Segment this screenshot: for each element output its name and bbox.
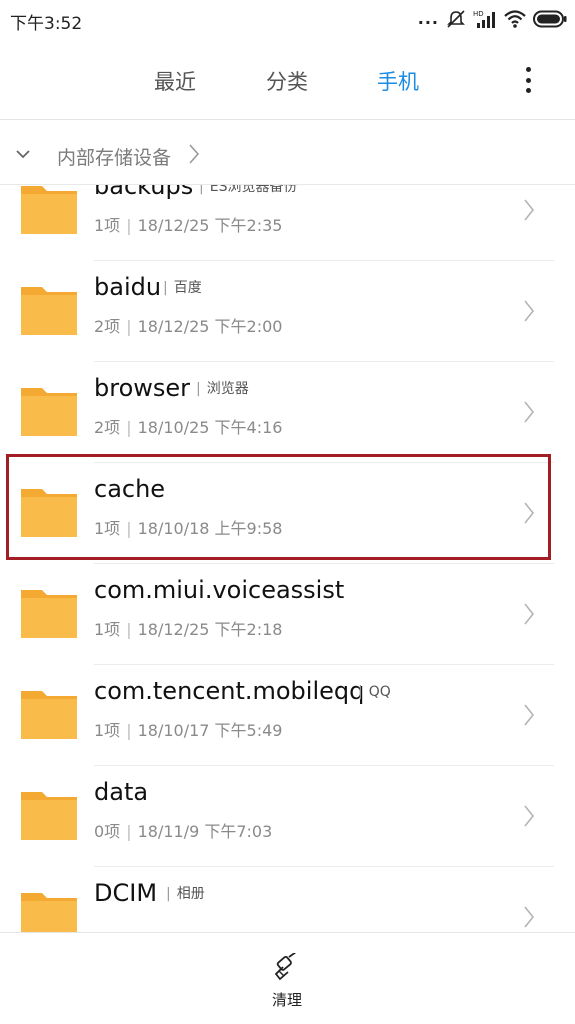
- modified-date: 18/12/25 下午2:35: [137, 216, 283, 235]
- item-count: 2项: [94, 317, 121, 336]
- folder-icon: [20, 682, 78, 740]
- file-meta: 2项 | 18/10/25 下午4:16: [94, 418, 283, 437]
- file-row[interactable]: com.miui.voiceassist 1项 | 18/12/25 下午2:18: [0, 564, 575, 665]
- modified-date: 18/11/9 下午7:03: [137, 822, 273, 841]
- file-alias-text: 百度: [173, 280, 202, 296]
- item-count: 2项: [94, 418, 121, 437]
- file-meta: 0项 | 18/11/9 下午7:03: [94, 822, 273, 841]
- file-name: baidu: [94, 273, 162, 301]
- chevron-down-icon[interactable]: [14, 142, 32, 168]
- folder-icon: [20, 581, 78, 639]
- svg-text:HD: HD: [473, 10, 484, 18]
- item-count: 0项: [94, 822, 121, 841]
- modified-date: 18/10/17 下午5:49: [137, 721, 283, 740]
- file-alias-text: QQ: [368, 684, 391, 700]
- alarm-off-icon: [446, 9, 466, 29]
- divider: [0, 119, 575, 120]
- file-alias: | 浏览器: [196, 381, 249, 397]
- file-meta: 1项 | 18/12/25 下午2:18: [94, 620, 283, 639]
- battery-icon: [533, 10, 567, 28]
- breadcrumb: 内部存储设备: [0, 130, 575, 180]
- chevron-right-icon: [522, 398, 536, 430]
- wifi-icon: [504, 9, 526, 29]
- clean-button-label[interactable]: 清理: [272, 989, 302, 1010]
- folder-icon: [20, 185, 78, 235]
- item-count: 1项: [94, 721, 121, 740]
- item-count: 1项: [94, 620, 121, 639]
- file-row[interactable]: com.tencent.mobileqq | QQ 1项 | 18/10/17 下午5:4…: [0, 665, 575, 766]
- chevron-right-icon: [522, 499, 536, 531]
- folder-icon: [20, 480, 78, 538]
- file-meta: 2项 | 18/12/25 下午2:00: [94, 317, 283, 336]
- chevron-right-icon[interactable]: [187, 141, 201, 171]
- file-alias: | QQ: [358, 684, 391, 700]
- file-alias: | 相册: [166, 886, 205, 902]
- file-row[interactable]: browser | 浏览器 2项 | 18/10/25 下午4:16: [0, 362, 575, 463]
- file-meta: 1项 | 18/10/17 下午5:49: [94, 721, 283, 740]
- file-alias-text: 浏览器: [206, 381, 249, 397]
- item-count: 1项: [94, 216, 121, 235]
- file-alias: | 百度: [163, 280, 202, 296]
- folder-icon: [20, 884, 78, 932]
- file-name: com.miui.voiceassist: [94, 576, 345, 604]
- chevron-right-icon: [522, 297, 536, 329]
- file-name: DCIM: [94, 879, 158, 907]
- file-list: backups | ES浏览器备份 1项 | 18/12/25 下午2:35 baidu | 百…: [0, 185, 575, 932]
- file-row[interactable]: DCIM | 相册: [0, 867, 575, 932]
- file-row[interactable]: baidu | 百度 2项 | 18/12/25 下午2:00: [0, 261, 575, 362]
- file-name: backups: [94, 185, 194, 200]
- tab-phone[interactable]: 手机: [377, 66, 419, 96]
- chevron-right-icon: [522, 701, 536, 733]
- file-row[interactable]: backups | ES浏览器备份 1项 | 18/12/25 下午2:35: [0, 185, 575, 261]
- notification-dots: ...: [417, 9, 439, 28]
- folder-icon: [20, 278, 78, 336]
- file-meta: 1项 | 18/12/25 下午2:35: [94, 216, 283, 235]
- chevron-right-icon: [522, 802, 536, 834]
- file-meta: 1项 | 18/10/18 上午9:58: [94, 519, 283, 538]
- modified-date: 18/10/25 下午4:16: [137, 418, 283, 437]
- file-alias-text: 相册: [176, 886, 205, 902]
- tab-bar: 最近 分类 手机: [0, 50, 575, 112]
- broom-icon[interactable]: [270, 951, 302, 989]
- file-name: com.tencent.mobileqq: [94, 677, 365, 705]
- file-name: data: [94, 778, 149, 806]
- chevron-right-icon: [522, 196, 536, 228]
- folder-icon: [20, 379, 78, 437]
- bottom-toolbar: 清理: [0, 932, 575, 1024]
- status-icons: ... HD: [418, 8, 567, 30]
- tab-category[interactable]: 分类: [266, 66, 308, 96]
- file-row[interactable]: cache 1项 | 18/10/18 上午9:58: [0, 463, 575, 564]
- chevron-right-icon: [522, 903, 536, 932]
- modified-date: 18/10/18 上午9:58: [137, 519, 283, 538]
- file-row[interactable]: data 0项 | 18/11/9 下午7:03: [0, 766, 575, 867]
- file-alias-text: ES浏览器备份: [209, 185, 298, 195]
- modified-date: 18/12/25 下午2:00: [137, 317, 283, 336]
- file-name: cache: [94, 475, 166, 503]
- item-count: 1项: [94, 519, 121, 538]
- chevron-right-icon: [522, 600, 536, 632]
- status-bar: 下午3:52 ... HD: [0, 0, 575, 40]
- storage-path-label[interactable]: 内部存储设备: [57, 143, 171, 170]
- file-name: browser: [94, 374, 191, 402]
- folder-icon: [20, 783, 78, 841]
- hd-signal-icon: HD: [473, 9, 497, 29]
- tab-recent[interactable]: 最近: [154, 66, 196, 96]
- modified-date: 18/12/25 下午2:18: [137, 620, 283, 639]
- more-options-icon[interactable]: [518, 64, 538, 96]
- file-alias: | ES浏览器备份: [199, 185, 297, 197]
- status-time: 下午3:52: [10, 14, 83, 34]
